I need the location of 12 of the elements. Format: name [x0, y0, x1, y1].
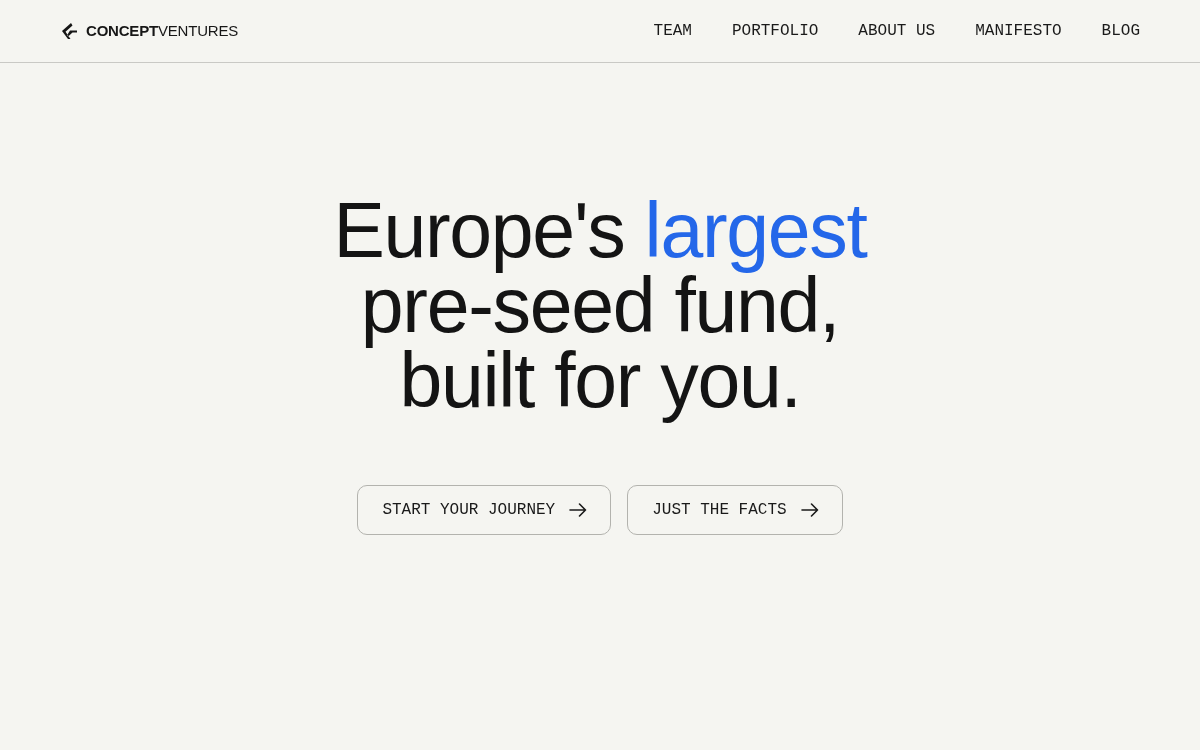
nav-link[interactable]: PORTFOLIO	[731, 21, 819, 41]
chevron-logo-icon	[60, 22, 78, 40]
nav-link[interactable]: MANIFESTO	[975, 21, 1062, 41]
nav-link[interactable]: TEAM	[653, 21, 692, 41]
arrow-right-icon	[800, 503, 819, 517]
cta-button[interactable]: START YOUR JOURNEY	[357, 485, 612, 535]
arrow-right-icon	[569, 503, 588, 517]
hero-headline: Europe's largest pre-seed fund, built for you.	[332, 189, 869, 425]
cta-button[interactable]: JUST THE FACTS	[627, 485, 843, 535]
nav-link[interactable]: ABOUT US	[858, 21, 936, 41]
brand-logo-link[interactable]: CONCEPTVENTURES	[60, 22, 239, 40]
nav-link[interactable]: BLOG	[1101, 21, 1140, 41]
